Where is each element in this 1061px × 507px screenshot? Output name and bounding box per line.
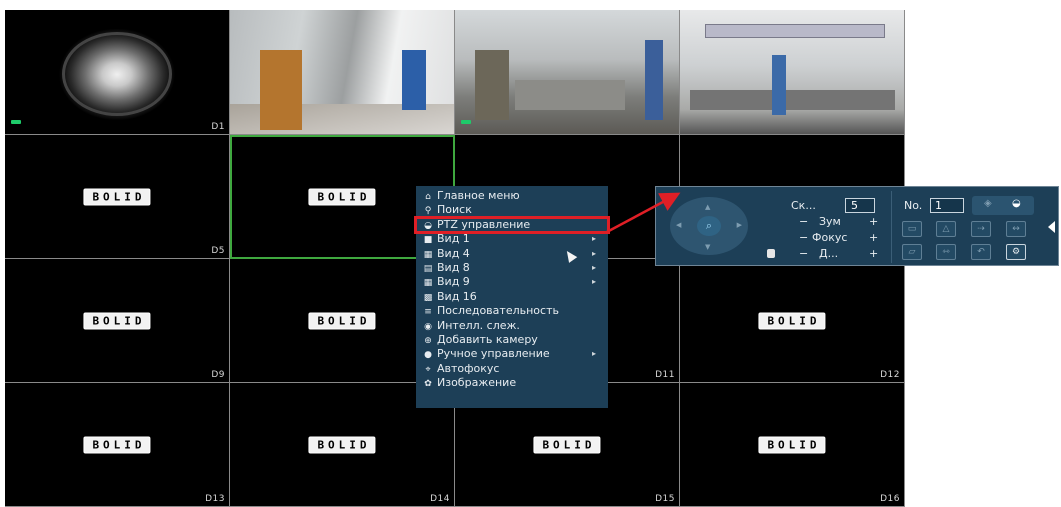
callout-arrow-line: [604, 192, 681, 235]
callout-arrow: [604, 192, 681, 235]
